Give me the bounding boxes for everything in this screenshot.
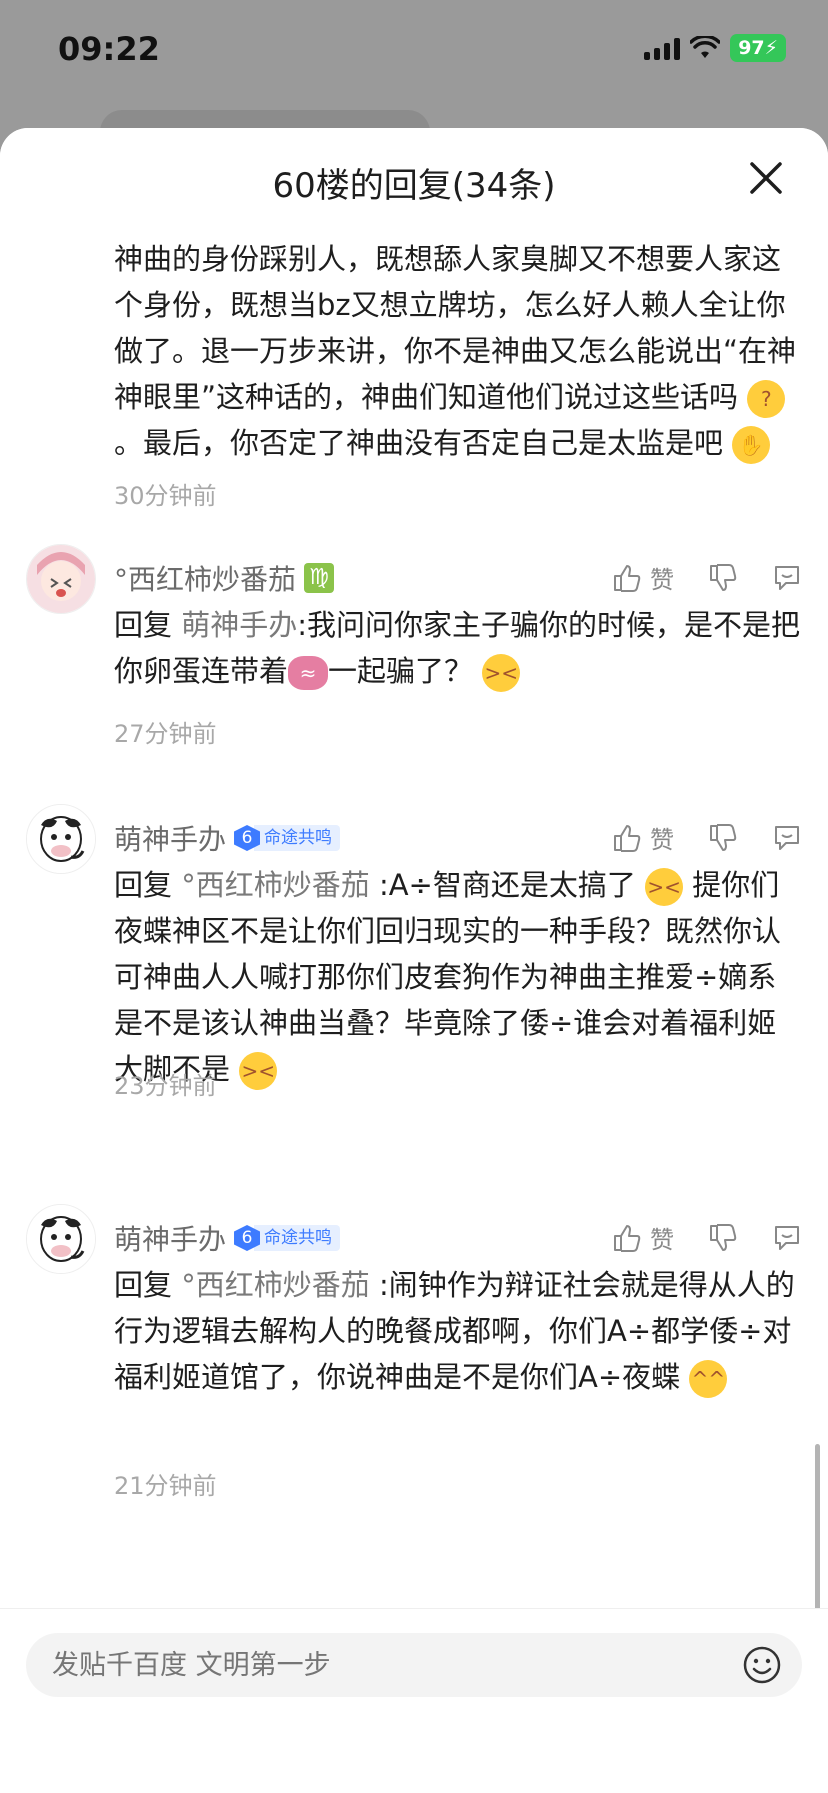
comment-icon[interactable]: [772, 823, 802, 853]
thumb-up-icon: [614, 824, 641, 852]
laughing-emoji-icon: ><: [482, 654, 521, 692]
user-row: 萌神手办 6 命途共鸣: [114, 818, 341, 858]
level-badge: 6 命途共鸣: [234, 1225, 341, 1251]
reply-text: 回复 °西红柿炒番茄 :A÷智商还是太搞了 >< 提你们夜蝶神区不是让你们回归现…: [114, 862, 804, 1092]
reply-text: 回复 萌神手办:我问问你家主子骗你的时候，是不是把你卵蛋连带着 ≈ 一起骗了？ ><: [114, 602, 804, 694]
reply-time: 27分钟前: [114, 720, 217, 748]
username[interactable]: °西红柿炒番茄: [114, 558, 296, 598]
thumb-up-icon: [614, 564, 641, 592]
avatar[interactable]: [26, 804, 96, 874]
reply-actions: 赞: [612, 1220, 802, 1255]
battery-level: 97: [738, 37, 765, 59]
username[interactable]: 萌神手办: [114, 1218, 226, 1258]
thumb-down-icon[interactable]: [708, 823, 738, 853]
like-button[interactable]: 赞: [612, 820, 674, 855]
signal-icon: [644, 36, 681, 60]
thumb-up-icon: [614, 1224, 641, 1252]
laughing-emoji-icon: ><: [239, 1052, 278, 1090]
reply-text-part: 。最后，你否定了神曲没有否定自己是太监是吧: [114, 426, 733, 460]
reply-sheet: 60楼的回复(34条) 神曲的身份踩别人，既想舔人家臭脚又不想要人家这个身份，既…: [0, 128, 828, 1792]
reply-keyword: 回复: [114, 868, 182, 902]
cow-avatar-icon: [27, 1205, 95, 1273]
username[interactable]: 萌神手办: [114, 818, 226, 858]
virgo-badge-icon: ♍: [304, 563, 335, 593]
user-row: 萌神手办 6 命途共鸣: [114, 1218, 341, 1258]
thinking-emoji-icon: ?: [747, 380, 786, 418]
level-badge: 6 命途共鸣: [234, 825, 341, 851]
brain-emoji-icon: ≈: [288, 656, 329, 690]
reply-actions: 赞: [612, 820, 802, 855]
thumb-down-icon[interactable]: [708, 1223, 738, 1253]
badge-label: 命途共鸣: [254, 1225, 341, 1251]
thumb-down-icon[interactable]: [708, 563, 738, 593]
sheet-title: 60楼的回复(34条): [272, 166, 556, 206]
reply-text: 神曲的身份踩别人，既想舔人家臭脚又不想要人家这个身份，既想当bz又想立牌坊，怎么…: [114, 236, 804, 466]
cow-avatar-icon: [27, 805, 95, 873]
sheet-header: 60楼的回复(34条): [0, 128, 828, 224]
avatar[interactable]: [26, 1204, 96, 1274]
comment-icon[interactable]: [772, 1223, 802, 1253]
reply-input[interactable]: [26, 1633, 802, 1697]
reply-text-part: :A÷智商还是太搞了: [369, 868, 646, 902]
avatar[interactable]: [26, 544, 96, 614]
anime-avatar-icon: [27, 545, 95, 613]
charging-icon: ⚡: [764, 37, 778, 59]
reply-text: 回复 °西红柿炒番茄 :闹钟作为辩证社会就是得从人的行为逻辑去解构人的晚餐成都啊…: [114, 1262, 804, 1400]
emoji-icon[interactable]: [742, 1645, 782, 1685]
like-label: 赞: [650, 1226, 674, 1254]
reply-target[interactable]: °西红柿炒番茄: [181, 1268, 370, 1302]
reply-keyword: 回复: [114, 1268, 182, 1302]
smile-emoji-icon: ^^: [689, 1360, 728, 1398]
comment-icon[interactable]: [772, 563, 802, 593]
reply-target[interactable]: °西红柿炒番茄: [181, 868, 370, 902]
status-time: 09:22: [58, 30, 160, 68]
like-label: 赞: [650, 566, 674, 594]
like-button[interactable]: 赞: [612, 1220, 674, 1255]
status-bar: 09:22 97⚡: [0, 0, 828, 100]
wifi-icon: [690, 36, 721, 58]
status-icons: 97⚡: [644, 34, 786, 62]
reply-text-part: 一起骗了？: [328, 654, 483, 688]
reply-time: 23分钟前: [114, 1072, 217, 1100]
reply-time: 30分钟前: [114, 482, 217, 510]
badge-label: 命途共鸣: [254, 825, 341, 851]
laughing-emoji-icon: ><: [645, 868, 684, 906]
like-button[interactable]: 赞: [612, 560, 674, 595]
reply-keyword: 回复: [114, 608, 182, 642]
reply-text-part: 神曲的身份踩别人，既想舔人家臭脚又不想要人家这个身份，既想当bz又想立牌坊，怎么…: [114, 242, 797, 414]
reply-time: 21分钟前: [114, 1472, 217, 1500]
close-icon[interactable]: [742, 154, 790, 202]
reply-target[interactable]: 萌神手办: [181, 608, 297, 642]
like-label: 赞: [650, 826, 674, 854]
hug-emoji-icon: ✋: [732, 426, 771, 464]
user-row: °西红柿炒番茄 ♍: [114, 558, 335, 598]
reply-actions: 赞: [612, 560, 802, 595]
battery-indicator: 97⚡: [730, 34, 786, 62]
compose-bar: [0, 1608, 828, 1793]
reply-list[interactable]: 神曲的身份踩别人，既想舔人家臭脚又不想要人家这个身份，既想当bz又想立牌坊，怎么…: [0, 224, 828, 1736]
